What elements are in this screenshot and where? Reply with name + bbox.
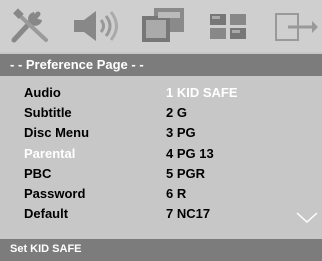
option-kid-safe[interactable]: 1 KID SAFE [166, 85, 238, 100]
menu-item-subtitle[interactable]: Subtitle [24, 105, 72, 120]
menu-item-parental[interactable]: Parental [24, 146, 75, 161]
status-bar: Set KID SAFE [0, 239, 322, 261]
exit-icon[interactable] [270, 6, 318, 46]
audio-setup-icon[interactable] [70, 6, 122, 46]
video-setup-icon[interactable] [138, 6, 188, 46]
page-title-bar: - - Preference Page - - [0, 54, 322, 76]
setup-icon-bar [0, 0, 322, 52]
menu-item-audio[interactable]: Audio [24, 85, 61, 100]
option-g[interactable]: 2 G [166, 105, 187, 120]
preference-icon[interactable] [206, 6, 252, 46]
menu-item-default[interactable]: Default [24, 206, 68, 221]
general-setup-icon[interactable] [8, 6, 56, 46]
preference-menu: Audio Subtitle Disc Menu Parental PBC Pa… [0, 77, 322, 237]
menu-item-pbc[interactable]: PBC [24, 166, 51, 181]
status-text: Set KID SAFE [10, 243, 82, 255]
option-r[interactable]: 6 R [166, 186, 186, 201]
osd-screen: - - Preference Page - - Audio Subtitle D… [0, 0, 322, 261]
option-pg13[interactable]: 4 PG 13 [166, 146, 214, 161]
option-pg[interactable]: 3 PG [166, 125, 196, 140]
menu-item-disc-menu[interactable]: Disc Menu [24, 125, 89, 140]
menu-item-password[interactable]: Password [24, 186, 85, 201]
scroll-down-icon[interactable] [296, 211, 318, 229]
page-title: - - Preference Page - - [10, 57, 144, 72]
option-nc17[interactable]: 7 NC17 [166, 206, 210, 221]
option-pgr[interactable]: 5 PGR [166, 166, 205, 181]
